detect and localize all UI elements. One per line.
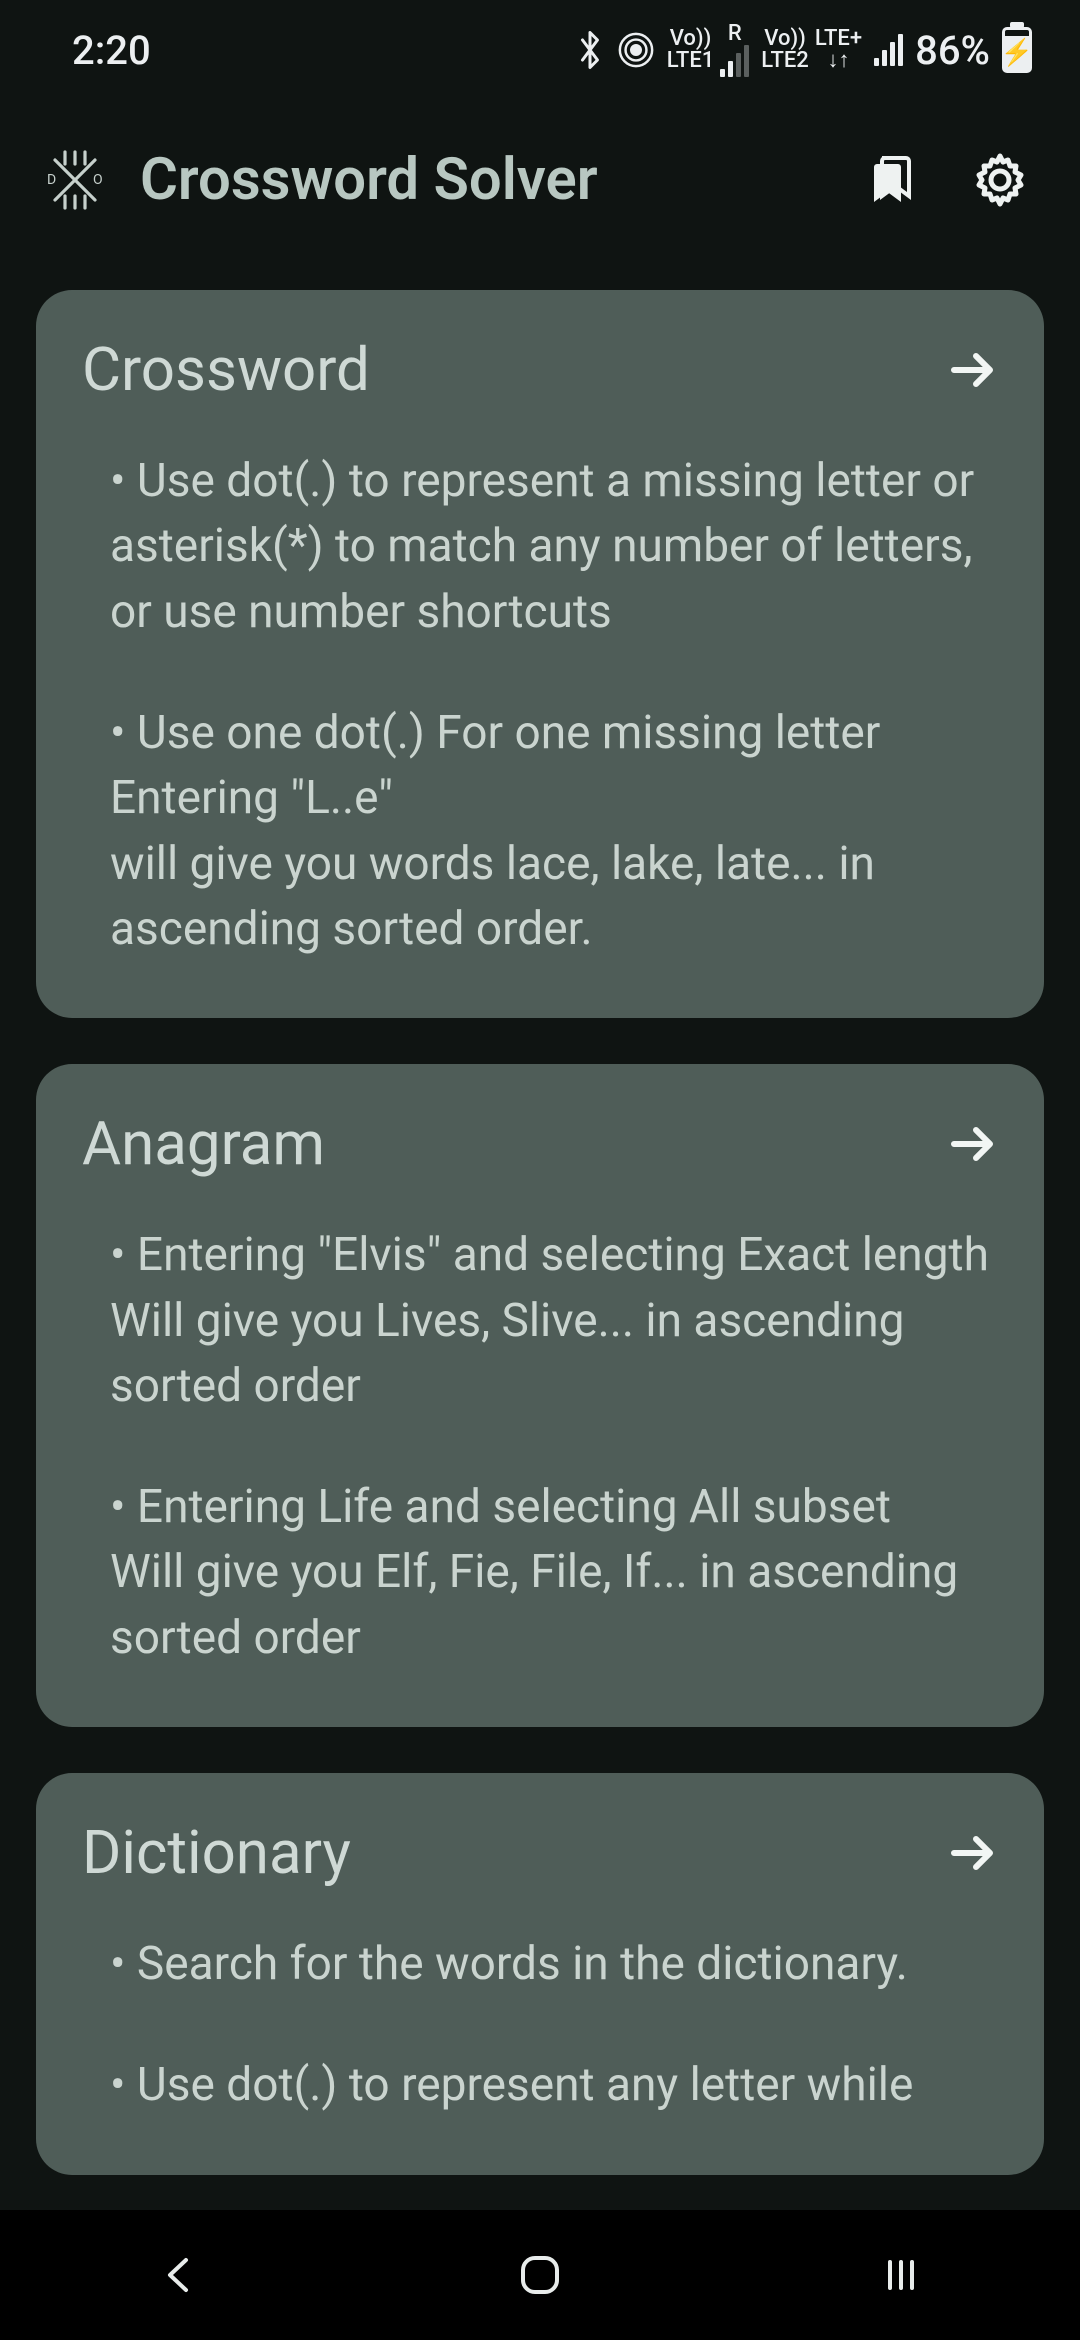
arrow-right-icon [946, 1118, 998, 1170]
signal-bars-icon [874, 34, 903, 66]
battery-icon: ⚡ [1002, 27, 1032, 73]
status-bar: 2:20 Vo)) LTE1 R [0, 0, 1080, 100]
sim2-indicator: Vo)) LTE2 [761, 28, 809, 72]
arrow-right-icon [946, 1827, 998, 1879]
bullet-text: • Use one dot(.) For one missing letter … [110, 701, 998, 962]
sim2-side: LTE+ ↓↑ [815, 28, 862, 72]
sim1-indicator: Vo)) LTE1 [667, 28, 715, 72]
signal-bars-icon [720, 45, 749, 77]
card-title: Crossword [82, 334, 370, 405]
svg-text:D: D [47, 172, 56, 188]
settings-button[interactable] [960, 140, 1040, 220]
nav-back-button[interactable] [156, 2252, 202, 2298]
bookmark-icon [862, 152, 918, 208]
card-anagram[interactable]: Anagram • Entering "Elvis" and selecting… [36, 1064, 1044, 1727]
nav-recents-button[interactable] [878, 2252, 924, 2298]
card-crossword[interactable]: Crossword • Use dot(.) to represent a mi… [36, 290, 1044, 1018]
card-title: Dictionary [82, 1817, 351, 1888]
card-title: Anagram [82, 1108, 325, 1179]
svg-text:O: O [93, 172, 103, 188]
bullet-text: • Search for the words in the dictionary… [110, 1932, 998, 1997]
card-dictionary[interactable]: Dictionary • Search for the words in the… [36, 1773, 1044, 2175]
nav-home-button[interactable] [515, 2250, 565, 2300]
bullet-text: • Use dot(.) to represent any letter whi… [110, 2053, 998, 2118]
bullet-text: • Use dot(.) to represent a missing lett… [110, 449, 998, 645]
bullet-text: • Entering "Elvis" and selecting Exact l… [110, 1223, 998, 1419]
hotspot-icon [617, 31, 655, 69]
content-area: Crossword • Use dot(.) to represent a mi… [0, 260, 1080, 2175]
bookmarks-button[interactable] [850, 140, 930, 220]
app-logo-icon: D O [40, 145, 110, 215]
app-header: D O Crossword Solver [0, 100, 1080, 260]
status-time: 2:20 [72, 27, 151, 74]
app-title: Crossword Solver [140, 146, 820, 214]
bluetooth-icon [575, 30, 605, 70]
data-arrows-icon: ↓↑ [827, 50, 849, 72]
gear-icon [970, 150, 1030, 210]
system-nav-bar [0, 2210, 1080, 2340]
sim1-side: R [720, 23, 749, 77]
bullet-text: • Entering Life and selecting All subset… [110, 1475, 998, 1671]
arrow-right-icon [946, 344, 998, 396]
battery-percent: 86% [915, 27, 990, 74]
